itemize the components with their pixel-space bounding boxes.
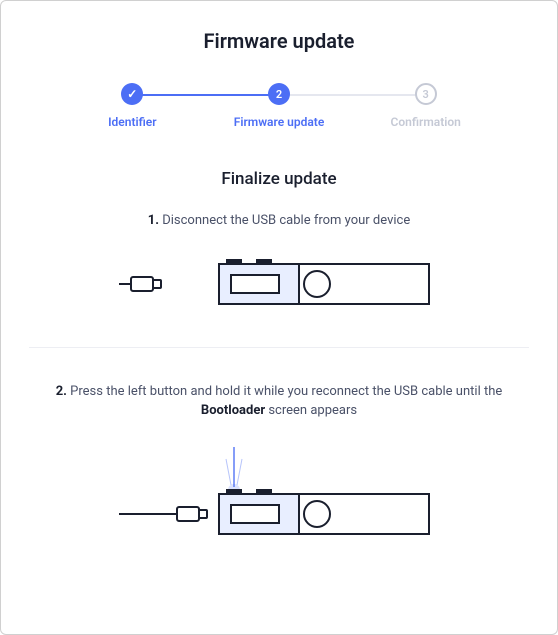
instruction-1-number: 1.	[148, 213, 159, 228]
illustration-disconnected	[29, 249, 529, 319]
step-circle-3: 3	[415, 83, 437, 105]
step-label-2: Firmware update	[234, 115, 325, 129]
step-circle-1: ✓	[121, 83, 143, 105]
firmware-update-modal: Firmware update ✓ Identifier 2 Firmware …	[0, 0, 558, 635]
section-divider	[29, 347, 529, 348]
check-icon: ✓	[127, 87, 137, 101]
step-circle-2: 2	[268, 83, 290, 105]
instruction-2-suffix: screen appears	[265, 403, 357, 418]
instruction-1-text: Disconnect the USB cable from your devic…	[159, 213, 410, 228]
device-disconnected-icon	[119, 249, 439, 319]
instruction-2-prefix: Press the left button and hold it while …	[67, 384, 502, 399]
step-identifier: ✓ Identifier	[59, 83, 206, 129]
instruction-2-number: 2.	[56, 384, 67, 399]
instruction-step-2: 2. Press the left button and hold it whi…	[29, 382, 529, 421]
instruction-step-1: 1. Disconnect the USB cable from your de…	[29, 211, 529, 231]
step-label-3: Confirmation	[391, 115, 461, 129]
progress-stepper: ✓ Identifier 2 Firmware update 3 Confirm…	[59, 83, 499, 129]
modal-content: Finalize update 1. Disconnect the USB ca…	[29, 169, 529, 634]
modal-title: Firmware update	[29, 29, 529, 53]
step-confirmation: 3 Confirmation	[352, 83, 499, 129]
step-label-1: Identifier	[108, 115, 156, 129]
device-connected-icon	[119, 439, 439, 549]
instruction-2-bold: Bootloader	[201, 403, 265, 418]
finalize-subtitle: Finalize update	[29, 169, 529, 189]
step-firmware-update: 2 Firmware update	[206, 83, 353, 129]
illustration-connected	[29, 439, 529, 549]
